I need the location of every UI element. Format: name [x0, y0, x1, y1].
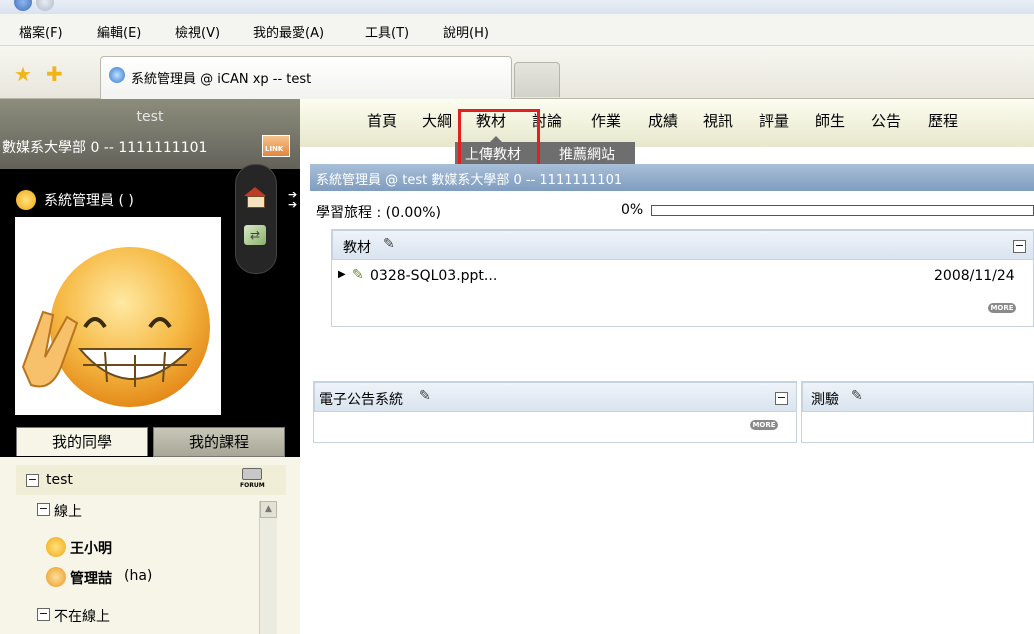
scroll-up-button[interactable]: ▲ [260, 501, 277, 518]
list-item[interactable]: 管理喆 (ha) [46, 565, 246, 589]
browser-forward-icon[interactable] [36, 0, 54, 11]
exchange-icon[interactable]: ⇄ [244, 225, 266, 245]
link-badge-label: LINK [265, 145, 284, 153]
nav-assessment[interactable]: 評量 [759, 110, 789, 131]
favorites-star-icon[interactable]: ★ [14, 62, 32, 86]
buddy-scrollbar[interactable]: ▲ [259, 501, 277, 634]
material-file[interactable]: 0328-SQL03.ppt... [370, 268, 497, 284]
buddy-smiley-icon [46, 537, 66, 557]
add-favorite-icon[interactable]: ✚ [46, 62, 63, 86]
collapse-arrow-icon[interactable]: ➔ ➔ [288, 189, 297, 210]
buddy-smiley-icon [46, 567, 66, 587]
user-label: 系統管理員 ( ) [44, 193, 134, 209]
new-tab-button[interactable] [514, 62, 560, 97]
materials-collapse-toggle[interactable]: − [1013, 240, 1026, 253]
nav-syllabus[interactable]: 大綱 [422, 110, 452, 131]
link-icon[interactable]: LINK [262, 135, 290, 157]
bulletin-title: 電子公告系統 [319, 392, 403, 408]
buddy-name: 王小明 [70, 541, 112, 557]
buddy-extra: (ha) [124, 568, 153, 584]
course-info-strip: 系統管理員 @ test 數媒系大學部 0 -- 1111111101 [310, 164, 1034, 191]
user-avatar [15, 217, 221, 415]
list-item[interactable]: 王小明 [46, 535, 246, 559]
expand-arrow-icon[interactable]: ▶ [338, 269, 346, 280]
materials-more-button[interactable]: MORE [988, 303, 1016, 313]
progress-bar [651, 205, 1034, 216]
nav-announcements[interactable]: 公告 [871, 110, 901, 131]
menu-view[interactable]: 檢視(V) [175, 22, 220, 41]
nav-video[interactable]: 視訊 [703, 110, 733, 131]
progress-label: 學習旅程 : (0.00%) [316, 205, 442, 221]
browser-tab-active[interactable]: 系統管理員 @ iCAN xp -- test [100, 56, 512, 99]
victory-smiley-image [21, 247, 210, 407]
bulletin-box: 電子公告系統 ✎ − MORE [313, 381, 797, 443]
nav-grades[interactable]: 成績 [648, 110, 678, 131]
offline-collapse-toggle[interactable]: − [37, 608, 50, 621]
side-toolbar: ⇄ [235, 164, 277, 274]
progress-percent: 0% [621, 202, 644, 218]
materials-title: 教材 [343, 240, 371, 256]
forum-badge-label: FORUM [240, 482, 265, 489]
forum-icon[interactable]: FORUM [240, 468, 266, 492]
browser-back-icon[interactable] [14, 0, 32, 11]
online-label: 線上 [54, 504, 82, 520]
group-row: − test FORUM [16, 465, 286, 495]
pencil-icon[interactable]: ✎ [419, 388, 431, 404]
bulletin-header: 電子公告系統 ✎ − [314, 382, 797, 412]
quiz-title: 測驗 [811, 392, 839, 408]
tab-my-courses[interactable]: 我的課程 [153, 427, 285, 457]
paperclip-icon: ✎ [352, 267, 364, 283]
nav-home[interactable]: 首頁 [367, 110, 397, 131]
course-name: test [136, 109, 164, 125]
material-date: 2008/11/24 [934, 268, 1015, 284]
nav-history[interactable]: 歷程 [928, 110, 958, 131]
menu-help[interactable]: 說明(H) [443, 22, 489, 41]
home-icon[interactable] [244, 187, 266, 208]
dept-line: 數媒系大學部 0 -- 1111111101 [2, 140, 208, 156]
online-collapse-toggle[interactable]: − [37, 503, 50, 516]
menu-edit[interactable]: 編輯(E) [97, 22, 141, 41]
course-nav-bar: 首頁 大綱 教材 討論 作業 成績 視訊 評量 師生 公告 歷程 [300, 99, 1034, 147]
bulletin-collapse-toggle[interactable]: − [775, 392, 788, 405]
nav-teachers-students[interactable]: 師生 [815, 110, 845, 131]
tab-my-classmates[interactable]: 我的同學 [16, 427, 148, 456]
quiz-header: 測驗 ✎ [802, 382, 1034, 412]
pencil-icon[interactable]: ✎ [851, 388, 863, 404]
subnav-recommended-sites[interactable]: 推薦網站 [559, 144, 615, 164]
group-collapse-toggle[interactable]: − [26, 474, 39, 487]
pencil-icon[interactable]: ✎ [383, 236, 395, 252]
quiz-box: 測驗 ✎ [801, 381, 1034, 443]
course-info-text: 系統管理員 @ test 數媒系大學部 0 -- 1111111101 [316, 173, 623, 188]
nav-homework[interactable]: 作業 [591, 110, 621, 131]
browser-tab-bar: ★ ✚ 系統管理員 @ iCAN xp -- test [0, 46, 1034, 99]
ie-logo-icon [109, 67, 125, 83]
browser-title-strip [0, 0, 1034, 15]
browser-menubar: 檔案(F) 編輯(E) 檢視(V) 我的最愛(A) 工具(T) 說明(H) [0, 14, 1034, 46]
bulletin-more-button[interactable]: MORE [750, 420, 778, 430]
buddy-name: 管理喆 [70, 571, 112, 587]
materials-header: 教材 ✎ − [332, 230, 1034, 260]
left-tabs: 我的同學 我的課程 [0, 427, 300, 457]
user-smiley-icon [16, 190, 36, 210]
menu-tools[interactable]: 工具(T) [365, 22, 409, 41]
course-header: test 數媒系大學部 0 -- 1111111101 LINK [0, 99, 300, 169]
buddy-list: − test FORUM − 線上 ▲ 王小明 管理喆 (ha) − 不在線上 [0, 457, 300, 634]
highlight-box [458, 109, 540, 169]
panel-notch [290, 254, 300, 304]
tab-title: 系統管理員 @ iCAN xp -- test [131, 72, 312, 87]
materials-box: 教材 ✎ − ▶ ✎ 0328-SQL03.ppt... 2008/11/24 … [331, 229, 1034, 327]
group-name: test [46, 472, 73, 488]
menu-file[interactable]: 檔案(F) [19, 22, 63, 41]
offline-label: 不在線上 [54, 609, 110, 625]
menu-favorites[interactable]: 我的最愛(A) [253, 22, 324, 41]
